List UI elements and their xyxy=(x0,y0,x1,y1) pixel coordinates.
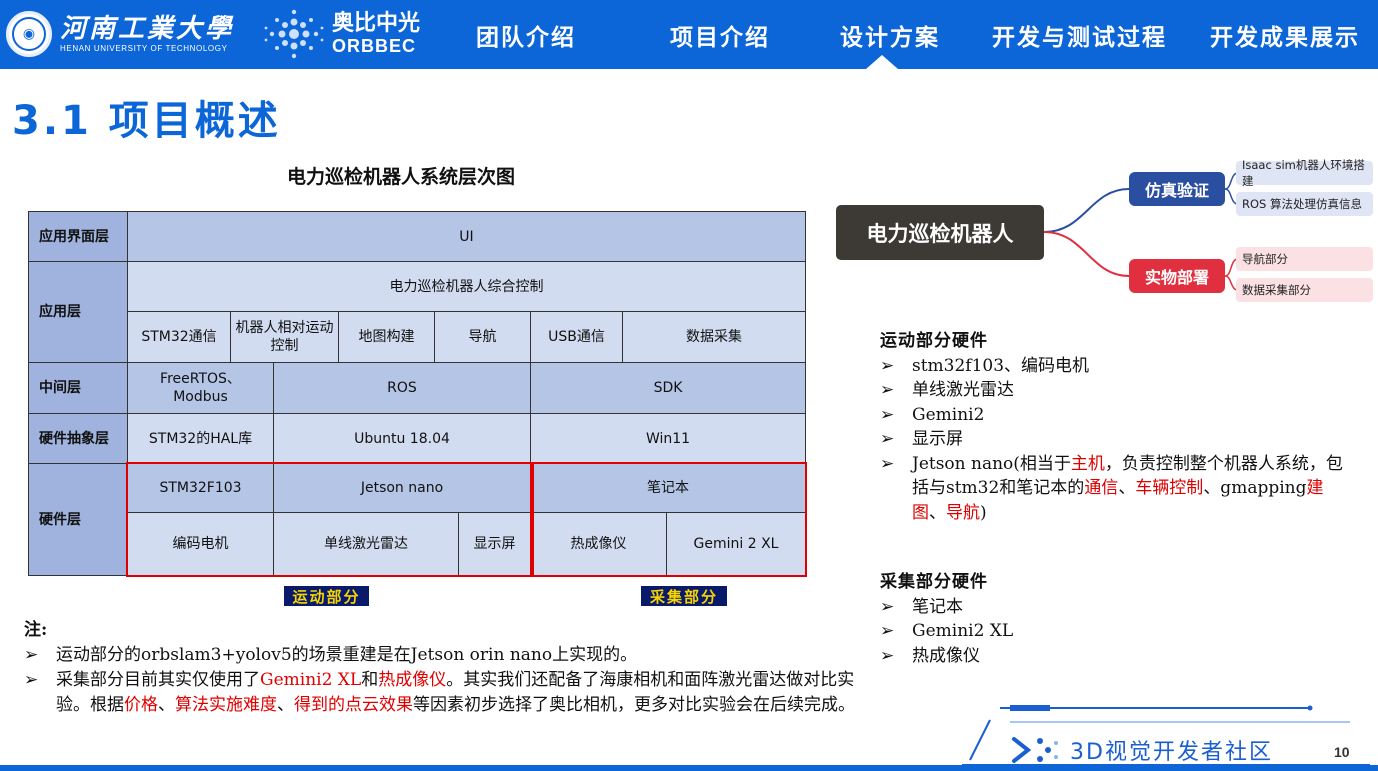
motion-hardware-title: 运动部分硬件 xyxy=(880,331,988,351)
mindmap-leaf-ros: ROS 算法处理仿真信息 xyxy=(1236,192,1373,216)
bullet-icon: ➢ xyxy=(880,404,895,425)
collect-hardware-title: 采集部分硬件 xyxy=(880,572,988,592)
list-item: ➢ 单线激光雷达 xyxy=(880,378,1350,403)
bullet-icon: ➢ xyxy=(880,453,895,474)
mindmap-branch-deployment: 实物部署 xyxy=(1129,259,1225,293)
bullet-icon: ➢ xyxy=(880,355,895,376)
bullet-icon: ➢ xyxy=(880,429,895,449)
mindmap-leaf-isaac: Isaac sim机器人环境搭建 xyxy=(1236,158,1373,188)
list-item: ➢ Jetson nano(相当于主机，负责控制整个机器人系统，包括与stm32和… xyxy=(880,452,1350,526)
mindmap-leaf-nav: 导航部分 xyxy=(1236,247,1373,271)
mindmap-leaf-data: 数据采集部分 xyxy=(1236,278,1373,302)
footer-brand: 3D视觉开发者社区 xyxy=(1010,733,1273,767)
list-item: ➢ Gemini2 xyxy=(880,403,1350,428)
list-item: ➢ Gemini2 XL xyxy=(880,619,1180,644)
bullet-icon: ➢ xyxy=(880,621,895,641)
footer-bar xyxy=(0,765,1378,771)
page-number: 10 xyxy=(1334,744,1350,760)
bullet-icon: ➢ xyxy=(880,645,895,666)
mindmap-branch-simulation: 仿真验证 xyxy=(1129,172,1225,206)
community-logo-icon xyxy=(1012,737,1058,763)
bullet-icon: ➢ xyxy=(880,380,895,400)
list-item: ➢ 显示屏 xyxy=(880,427,1350,452)
mindmap-root: 电力巡检机器人 xyxy=(836,205,1044,260)
motion-hardware-list: 运动部分硬件 ➢ stm32f103、编码电机 ➢ 单线激光雷达 ➢ Gemini2 … xyxy=(880,329,1350,525)
list-item: ➢ stm32f103、编码电机 xyxy=(880,354,1350,379)
bullet-icon: ➢ xyxy=(880,596,895,617)
list-item: ➢ 笔记本 xyxy=(880,595,1180,620)
list-item: ➢ 热成像仪 xyxy=(880,644,1180,669)
collect-hardware-list: 采集部分硬件 ➢ 笔记本 ➢ Gemini2 XL ➢ 热成像仪 xyxy=(880,570,1180,668)
footer-brand-text: 3D视觉开发者社区 xyxy=(1070,740,1273,765)
